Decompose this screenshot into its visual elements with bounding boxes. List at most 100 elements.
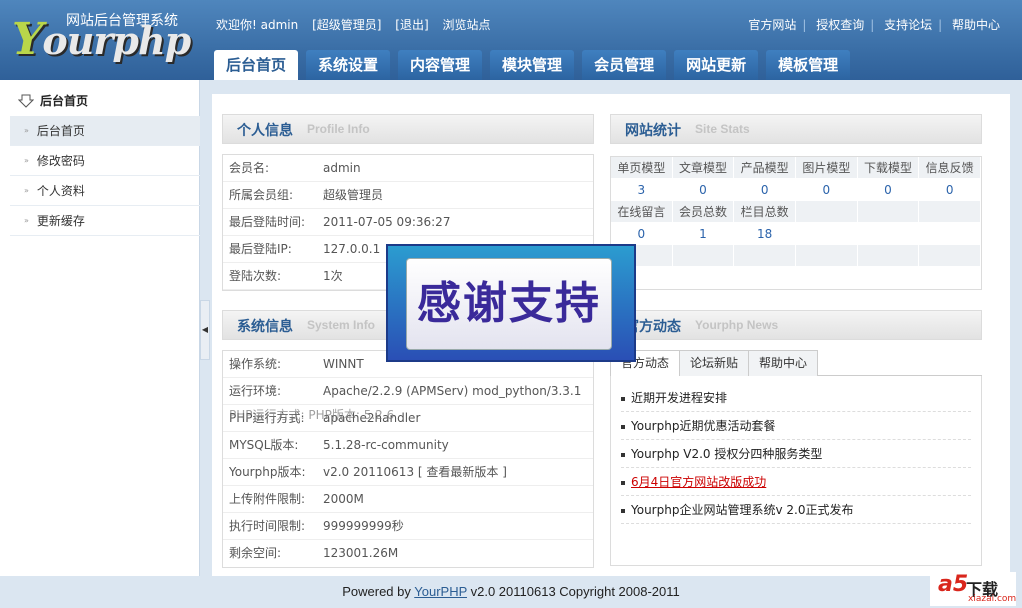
stat-label [857, 201, 920, 223]
footer: Powered by YourPHP v2.0 20110613 Copyrig… [0, 576, 1022, 608]
sysinfo-title-en: System Info [307, 318, 376, 332]
logo-initial: Y [12, 14, 43, 65]
table-row: 所属会员组: 超级管理员 [223, 182, 593, 209]
check-latest-version-link[interactable]: [ 查看最新版本 ] [418, 465, 507, 479]
official-site-link[interactable]: 官方网站 [748, 18, 796, 32]
arrow-bullet-icon: » [24, 215, 29, 225]
row-key: 所属会员组: [229, 188, 294, 202]
help-center-link[interactable]: 帮助中心 [952, 18, 1000, 32]
footer-suffix: v2.0 20110613 Copyright 2008-2011 [467, 584, 680, 599]
browse-site-link[interactable]: 浏览站点 [442, 18, 490, 32]
sidebar-item-home[interactable]: » 后台首页 [10, 116, 200, 146]
role-link[interactable]: [超级管理员] [312, 18, 381, 32]
stat-label: 图片模型 [796, 157, 858, 179]
news-item-title: Yourphp V2.0 授权分四种服务类型 [631, 447, 823, 461]
stat-label: 产品模型 [734, 157, 796, 179]
news-item[interactable]: 近期开发进程安排 [621, 384, 971, 412]
stats-title: 网站统计 [625, 123, 681, 139]
footer-prefix: Powered by [342, 584, 415, 599]
logo-text: ourphp [42, 18, 191, 63]
sidebar-item-profile[interactable]: » 个人资料 [10, 176, 200, 206]
square-bullet-icon [621, 396, 625, 401]
thanks-overlay-inner: 感谢支持 [406, 258, 612, 350]
stat-empty-cell [672, 245, 735, 267]
sysinfo-title: 系统信息 [237, 319, 293, 335]
sidebar-title: 后台首页 [18, 92, 88, 109]
table-row: Yourphp版本: v2.0 20110613 [ 查看最新版本 ] [223, 459, 593, 486]
news-item[interactable]: Yourphp企业网站管理系统v 2.0正式发布 [621, 496, 971, 524]
news-item[interactable]: Yourphp V2.0 授权分四种服务类型 [621, 440, 971, 468]
row-value: v2.0 20110613 [ 查看最新版本 ] [323, 459, 593, 485]
sidebar-item-change-password[interactable]: » 修改密码 [10, 146, 200, 176]
version-value: v2.0 20110613 [323, 465, 415, 479]
license-query-link[interactable]: 授权查询 [816, 18, 864, 32]
row-value: 2011-07-05 09:36:27 [323, 215, 451, 229]
tab-system-settings[interactable]: 系统设置 [306, 50, 391, 80]
tab-members[interactable]: 会员管理 [582, 50, 667, 80]
table-row: 执行时间限制: 999999999秒 [223, 513, 593, 540]
thanks-overlay: 感谢支持 [386, 244, 636, 362]
footer-yourphp-link[interactable]: YourPHP [414, 584, 467, 599]
sidebar-item-refresh-cache[interactable]: » 更新缓存 [10, 206, 200, 236]
table-row: 上传附件限制: 2000M [223, 486, 593, 513]
tab-help-center[interactable]: 帮助中心 [748, 350, 819, 376]
stat-empty-cell [734, 245, 796, 267]
sidebar-item-label: 更新缓存 [36, 213, 85, 228]
row-value: admin [323, 161, 361, 175]
sysinfo-table: 操作系统: WINNT 运行环境: Apache/2.2.9 (APMServ) m… [222, 350, 594, 568]
sidebar-list: » 后台首页 » 修改密码 » 个人资料 » 更新缓存 [10, 116, 200, 236]
logout-link[interactable]: [退出] [395, 18, 428, 32]
row-value: 5.1.28-rc-community [323, 438, 449, 452]
row-key: 最后登陆时间: [229, 215, 306, 229]
collapse-left-icon: ◀ [201, 325, 209, 334]
tab-templates[interactable]: 模板管理 [766, 50, 851, 80]
profile-panel-header: 个人信息 Profile Info [222, 114, 594, 144]
square-bullet-icon [621, 424, 625, 429]
table-row: 最后登陆时间: 2011-07-05 09:36:27 [223, 209, 593, 236]
tab-home[interactable]: 后台首页 [214, 50, 299, 80]
stat-value: 3 [611, 179, 673, 201]
welcome-text: 欢迎你! admin [216, 18, 299, 32]
stat-value [857, 223, 920, 245]
stat-label: 下载模型 [857, 157, 920, 179]
tab-modules[interactable]: 模块管理 [490, 50, 575, 80]
news-item[interactable]: 6月4日官方网站改版成功 [621, 468, 971, 496]
thanks-text: 感谢支持 [417, 278, 601, 329]
stat-label [919, 201, 981, 223]
table-row: PHP运行方式: apache2handler PHP运行方式: PHP版本: 5.… [223, 405, 593, 432]
stats-grid: 单页模型 文章模型 产品模型 图片模型 下载模型 信息反馈 3 0 0 0 0 … [611, 157, 981, 289]
main-nav-tabs: 后台首页 系统设置 内容管理 模块管理 会员管理 网站更新 模板管理 [214, 50, 851, 80]
tab-content[interactable]: 内容管理 [398, 50, 483, 80]
tab-forum-posts[interactable]: 论坛新贴 [679, 350, 750, 376]
news-item-title: Yourphp企业网站管理系统v 2.0正式发布 [631, 503, 854, 517]
row-key: MYSQL版本: [229, 438, 299, 452]
stats-title-en: Site Stats [695, 122, 750, 136]
row-value: 2000M [323, 492, 364, 506]
down-arrow-icon [18, 94, 34, 108]
row-key: 执行时间限制: [229, 519, 306, 533]
row-key: Yourphp版本: [229, 465, 306, 479]
stat-value [919, 223, 981, 245]
row-key: 会员名: [229, 161, 270, 175]
stat-label [796, 201, 858, 223]
logo[interactable]: Yourphp [12, 14, 191, 65]
welcome-bar: 欢迎你! admin [超级管理员] [退出] 浏览站点 [216, 16, 494, 33]
watermark-domain: xiazai.com [968, 594, 1017, 604]
stat-value: 0 [734, 179, 796, 201]
stat-label: 信息反馈 [919, 157, 981, 179]
news-item-title: 6月4日官方网站改版成功 [631, 475, 767, 489]
support-forum-link[interactable]: 支持论坛 [884, 18, 932, 32]
row-key: 剩余空间: [229, 546, 282, 560]
news-item[interactable]: Yourphp近期优惠活动套餐 [621, 412, 971, 440]
stat-empty-cell [796, 267, 858, 289]
sidebar-collapse-toggle[interactable]: ◀ [200, 300, 210, 360]
tab-site-update[interactable]: 网站更新 [674, 50, 759, 80]
stat-label: 单页模型 [611, 157, 673, 179]
row-value: Apache/2.2.9 (APMServ) mod_python/3.3.1 [323, 384, 582, 398]
stat-value: 0 [672, 179, 735, 201]
news-item-title: 近期开发进程安排 [631, 391, 728, 405]
news-tabs: 官方动态 论坛新贴 帮助中心 [610, 350, 982, 376]
table-row: 运行环境: Apache/2.2.9 (APMServ) mod_python/3… [223, 378, 593, 405]
row-value: 超级管理员 [323, 188, 384, 202]
sidebar-item-label: 修改密码 [36, 153, 85, 168]
